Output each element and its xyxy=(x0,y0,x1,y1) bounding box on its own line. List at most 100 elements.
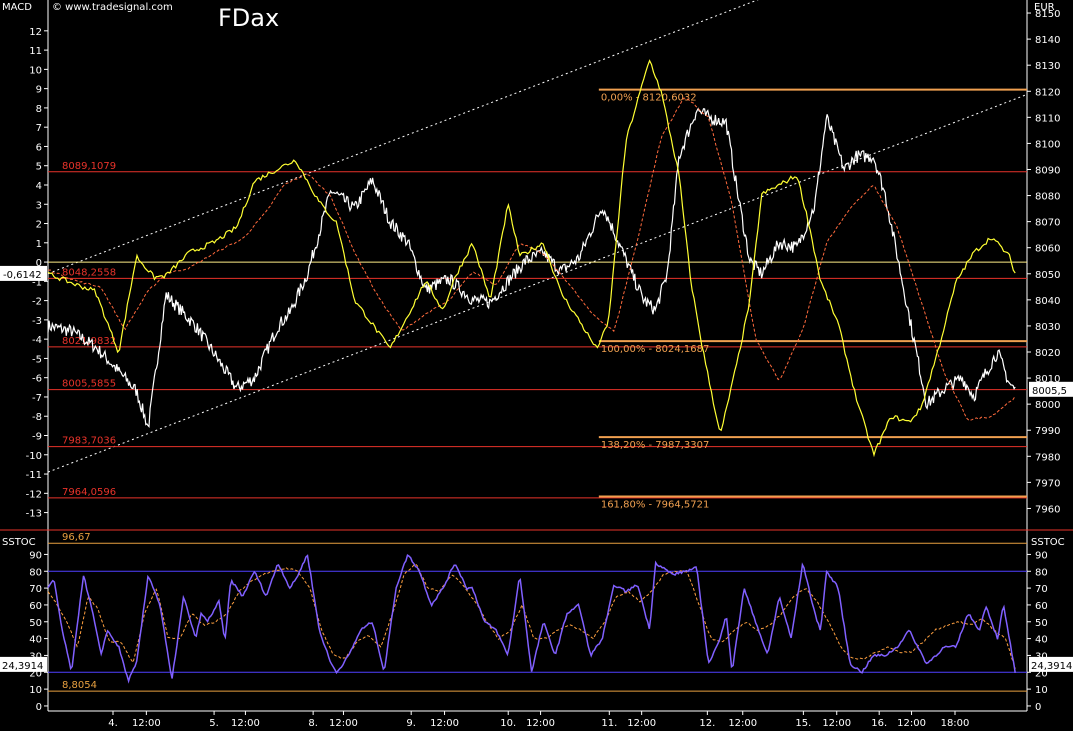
macd-tick-label: 11 xyxy=(29,46,42,57)
x-tick-label: 10. xyxy=(500,718,516,729)
stoch-tick-label-left: 10 xyxy=(29,685,42,696)
price-tick-label: 8030 xyxy=(1035,322,1060,333)
current-stoch-value-left: 24,3914 xyxy=(2,661,43,672)
copyright-label: © www.tradesignal.com xyxy=(52,2,173,13)
stoch-tick-label-left: 0 xyxy=(36,702,42,713)
stoch-tick-label-right: 60 xyxy=(1035,601,1048,612)
x-tick-label: 12:00 xyxy=(231,718,260,729)
stoch-tick-label-left: 40 xyxy=(29,635,42,646)
x-tick-label: 18:00 xyxy=(941,718,970,729)
stoch-tick-label-right: 70 xyxy=(1035,584,1048,595)
stoch-tick-label-right: 10 xyxy=(1035,685,1048,696)
symbol-title: FDax xyxy=(218,4,279,32)
stoch-tick-label-right: 50 xyxy=(1035,618,1048,629)
price-tick-label: 7960 xyxy=(1035,504,1060,515)
price-tick-label: 8070 xyxy=(1035,218,1060,229)
price-tick-label: 8020 xyxy=(1035,348,1060,359)
x-tick-label: 11. xyxy=(601,718,617,729)
price-tick-label: 8080 xyxy=(1035,192,1060,203)
price-tick-label: 7970 xyxy=(1035,478,1060,489)
macd-tick-label: -8 xyxy=(32,412,42,423)
price-tick-label: 8040 xyxy=(1035,296,1060,307)
price-tick-label: 8050 xyxy=(1035,270,1060,281)
price-tick-label: 8000 xyxy=(1035,400,1060,411)
support-label: 7964,0596 xyxy=(62,487,116,498)
x-tick-label: 12:00 xyxy=(728,718,757,729)
fibonacci-label: 0,00% - 8120,6032 xyxy=(601,93,697,104)
sstoc-label-right: SSTOC xyxy=(1031,537,1065,548)
macd-tick-label: 8 xyxy=(36,104,42,115)
fibonacci-label: 100,00% - 8024,1687 xyxy=(601,344,710,355)
chart-window: MACD © www.tradesignal.com FDax EUR -13 -12 -1… xyxy=(0,0,1073,731)
macd-tick-label: -3 xyxy=(32,316,42,327)
price-tick-label: 8110 xyxy=(1035,113,1060,124)
price-tick-label: 8140 xyxy=(1035,35,1060,46)
x-tick-label: 12. xyxy=(699,718,715,729)
price-tick-label: 7990 xyxy=(1035,426,1060,437)
stoch-tick-label-right: 80 xyxy=(1035,567,1048,578)
fibonacci-label: 161,80% - 7964,5721 xyxy=(601,500,710,511)
macd-tick-label: -4 xyxy=(32,335,42,346)
x-tick-label: 12:00 xyxy=(430,718,459,729)
current-macd-value: -0,6142 xyxy=(3,270,42,281)
price-tick-label: 8060 xyxy=(1035,244,1060,255)
macd-tick-label: -12 xyxy=(26,489,42,500)
x-tick-label: 12:00 xyxy=(822,718,851,729)
macd-tick-label: 9 xyxy=(36,85,42,96)
macd-tick-label: -5 xyxy=(32,354,42,365)
stoch-level-label: 8,8054 xyxy=(62,680,97,691)
stoch-d-series xyxy=(47,563,1016,670)
price-tick-label: 8130 xyxy=(1035,61,1060,72)
stoch-tick-label-left: 60 xyxy=(29,601,42,612)
macd-tick-label: -6 xyxy=(32,374,42,385)
fibonacci-label: 138,20% - 7987,3307 xyxy=(601,440,710,451)
macd-tick-label: -10 xyxy=(26,451,42,462)
trend-channel-line xyxy=(47,0,759,275)
trend-channel-line xyxy=(47,93,1028,473)
macd-tick-label: 6 xyxy=(36,142,42,153)
macd-tick-label: 2 xyxy=(36,220,42,231)
price-tick-label: 8120 xyxy=(1035,87,1060,98)
x-tick-label: 8. xyxy=(308,718,318,729)
x-tick-label: 16. xyxy=(871,718,887,729)
sstoc-label-left: SSTOC xyxy=(2,537,36,548)
price-tick-label: 7980 xyxy=(1035,452,1060,463)
macd-tick-label: 12 xyxy=(29,27,42,38)
price-tick-label: 8100 xyxy=(1035,139,1060,150)
macd-tick-label: -7 xyxy=(32,393,42,404)
price-tick-label: 8150 xyxy=(1035,9,1060,20)
support-label: 8089,1079 xyxy=(62,161,116,172)
macd-tick-label: -2 xyxy=(32,297,42,308)
x-tick-label: 9. xyxy=(406,718,416,729)
macd-tick-label: 7 xyxy=(36,123,42,134)
macd-tick-label: -11 xyxy=(26,470,42,481)
x-tick-label: 15. xyxy=(795,718,811,729)
price-series xyxy=(47,107,1016,429)
stoch-tick-label-left: 70 xyxy=(29,584,42,595)
chart-canvas: MACD © www.tradesignal.com FDax EUR-13-12-1… xyxy=(0,0,1073,729)
x-tick-label: 12:00 xyxy=(329,718,358,729)
support-label: 7983,7036 xyxy=(62,436,116,447)
stoch-k-series xyxy=(47,554,1016,684)
x-tick-label: 12:00 xyxy=(627,718,656,729)
current-price-value: 8005,5 xyxy=(1032,386,1067,397)
stoch-tick-label-left: 50 xyxy=(29,618,42,629)
stoch-tick-label-right: 0 xyxy=(1035,702,1041,713)
x-tick-label: 12:00 xyxy=(897,718,926,729)
macd-tick-label: -13 xyxy=(26,509,42,520)
macd-tick-label: 5 xyxy=(36,162,42,173)
stoch-tick-label-right: 90 xyxy=(1035,550,1048,561)
stoch-tick-label-right: 40 xyxy=(1035,635,1048,646)
macd-tick-label: 10 xyxy=(29,65,42,76)
price-tick-label: 8090 xyxy=(1035,165,1060,176)
macd-tick-label: 4 xyxy=(36,181,42,192)
x-tick-label: 12:00 xyxy=(526,718,555,729)
macd-tick-label: 3 xyxy=(36,200,42,211)
stoch-tick-label-left: 90 xyxy=(29,550,42,561)
macd-tick-label: -9 xyxy=(32,432,42,443)
x-tick-label: 12:00 xyxy=(132,718,161,729)
macd-label: MACD xyxy=(2,2,32,13)
stoch-tick-label-left: 80 xyxy=(29,567,42,578)
current-stoch-value-right: 24,3914 xyxy=(1031,661,1072,672)
x-tick-label: 5. xyxy=(209,718,219,729)
